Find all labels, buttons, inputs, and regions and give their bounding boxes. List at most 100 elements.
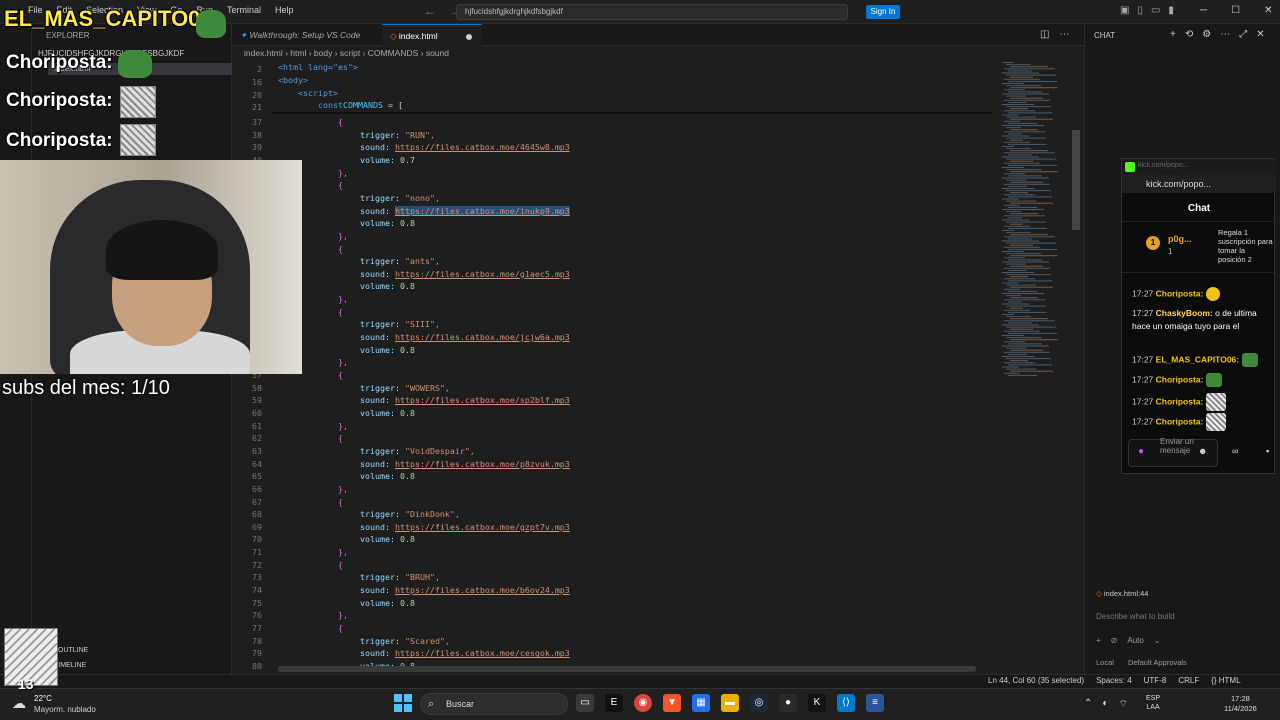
code-line[interactable]: trigger: "RUN", xyxy=(360,130,435,140)
code-line[interactable]: trigger: "Scared", xyxy=(360,636,450,646)
message-user[interactable]: EL_MAS_CAPITO06: xyxy=(1156,354,1239,364)
wifi-icon[interactable]: ⌔ xyxy=(1118,698,1127,711)
code-line[interactable]: trigger: "VoidDespair", xyxy=(360,446,475,456)
secondary-sidebar-icon[interactable]: ▮ xyxy=(1168,5,1174,16)
code-line[interactable]: sound: https://files.catbox.moe/inukp9.m… xyxy=(360,205,570,216)
steam-icon[interactable]: ◎ xyxy=(750,694,768,712)
scrollbar-thumb[interactable] xyxy=(1072,130,1080,230)
encoding[interactable]: UTF-8 xyxy=(1144,676,1167,685)
message-user[interactable]: Choriposta: xyxy=(1156,374,1204,384)
kick-app-icon[interactable]: K xyxy=(808,694,826,712)
message-user[interactable]: Choriposta: xyxy=(1156,288,1204,298)
chevron-down-icon[interactable]: ⌄ xyxy=(1154,636,1161,645)
timeline-section[interactable]: TIMELINE xyxy=(54,662,86,669)
notepad-icon[interactable]: ≡ xyxy=(866,694,884,712)
minimap[interactable] xyxy=(996,60,1072,390)
code-line[interactable]: }, xyxy=(338,547,348,557)
code-line[interactable]: { xyxy=(338,117,343,127)
sign-in-button[interactable]: Sign In xyxy=(866,5,900,19)
code-line[interactable]: volume: 0.8 xyxy=(360,281,415,291)
line-ending[interactable]: CRLF xyxy=(1178,676,1199,685)
code-line[interactable]: sound: https://files.catbox.moe/g1aec5.m… xyxy=(360,269,570,279)
code-line[interactable]: }, xyxy=(338,294,348,304)
new-chat-icon[interactable]: + xyxy=(1170,29,1176,40)
cloud-icon[interactable]: ☁ xyxy=(12,695,26,712)
tab-walkthrough[interactable]: ✦ Walkthrough: Setup VS Code xyxy=(232,24,380,46)
code-line[interactable]: }, xyxy=(338,421,348,431)
panel-toggle-icon[interactable]: ▭ xyxy=(1151,5,1160,16)
history-icon[interactable]: ⟲ xyxy=(1185,29,1193,40)
kick-titlebar[interactable]: kick.com/popo... xyxy=(1122,159,1276,175)
code-line[interactable]: { xyxy=(338,497,343,507)
chat-input[interactable]: Describe what to build xyxy=(1096,612,1175,621)
taskbar-search[interactable] xyxy=(420,693,568,715)
code-line[interactable]: { xyxy=(338,623,343,633)
code-line[interactable]: trigger: "nono", xyxy=(360,193,440,203)
code-line[interactable]: sound: https://files.catbox.moe/4645w8.m… xyxy=(360,142,570,152)
indentation[interactable]: Spaces: 4 xyxy=(1096,676,1132,685)
code-line[interactable]: trigger: "ants", xyxy=(360,256,440,266)
language-mode[interactable]: {} HTML xyxy=(1211,676,1240,685)
task-view-icon[interactable]: ▭ xyxy=(576,694,594,712)
code-line[interactable]: { xyxy=(338,180,343,190)
discord-icon[interactable]: ◐ xyxy=(1102,698,1108,711)
code-line[interactable]: }, xyxy=(338,357,348,367)
code-line[interactable]: constCOMMANDS = [ xyxy=(318,100,403,110)
code-line[interactable]: { xyxy=(338,433,343,443)
code-line[interactable]: volume: 0.8 xyxy=(360,218,415,228)
minimize-icon[interactable]: ─ xyxy=(1200,5,1207,16)
windows-start-icon[interactable] xyxy=(394,694,412,712)
brave-icon[interactable]: ▼ xyxy=(663,694,681,712)
code-editor[interactable]: <html lang="es"> <body> <script> constCOMMA… xyxy=(232,60,1002,672)
code-line[interactable]: volume: 0.8 xyxy=(360,598,415,608)
store-icon[interactable]: ▦ xyxy=(692,694,710,712)
code-line[interactable]: volume: 0.8 xyxy=(360,471,415,481)
cursor-position[interactable]: Ln 44, Col 60 (35 selected) xyxy=(988,676,1084,685)
trash-icon[interactable]: ▪ xyxy=(1266,446,1269,456)
clock[interactable]: 17:28 11/4/2026 xyxy=(1224,694,1257,714)
mic-icon[interactable]: ● xyxy=(1138,446,1144,457)
close-panel-icon[interactable]: ✕ xyxy=(1256,29,1264,40)
code-line[interactable]: }, xyxy=(338,610,348,620)
code-line[interactable]: trigger: "DinkDonk", xyxy=(360,509,460,519)
code-line[interactable]: { xyxy=(338,370,343,380)
more-actions-icon[interactable]: ⋯ xyxy=(1059,29,1069,40)
split-editor-icon[interactable]: ◫ xyxy=(1040,29,1049,40)
menu-terminal[interactable]: Terminal xyxy=(227,5,261,15)
code-line[interactable]: sound: https://files.catbox.moe/cesgok.m… xyxy=(360,648,570,658)
local-picker[interactable]: Local xyxy=(1096,658,1114,667)
breadcrumb[interactable]: index.html › html › body › script › COMM… xyxy=(244,48,449,58)
sidebar-toggle-icon[interactable]: ▯ xyxy=(1137,5,1143,16)
menu-help[interactable]: Help xyxy=(275,5,294,15)
code-line[interactable]: { xyxy=(338,244,343,254)
code-line[interactable]: <html lang="es"> xyxy=(278,62,358,72)
code-line[interactable]: volume: 0.7 xyxy=(360,155,415,165)
weather-desc[interactable]: Mayorm. nublado xyxy=(34,705,96,714)
close-icon[interactable]: ✕ xyxy=(1264,5,1272,16)
layout-icon[interactable]: ▣ xyxy=(1120,5,1129,16)
message-user[interactable]: Choriposta: xyxy=(1156,416,1204,426)
message-user[interactable]: ChaskyBoom: xyxy=(1156,308,1213,318)
code-line[interactable]: trigger: "WOWERS", xyxy=(360,383,450,393)
tab-index-html[interactable]: ◇ index.html xyxy=(382,24,482,46)
add-context-icon[interactable]: + xyxy=(1096,636,1101,645)
code-line[interactable]: }, xyxy=(338,231,348,241)
chevron-up-icon[interactable]: ⌃ xyxy=(1084,698,1092,711)
code-line[interactable]: trigger: "BRUH", xyxy=(360,572,440,582)
message-user[interactable]: Choriposta: xyxy=(1156,396,1204,406)
code-line[interactable]: }, xyxy=(338,484,348,494)
epic-games-icon[interactable]: E xyxy=(605,694,623,712)
command-center[interactable]: hjfucidshfgjkdrghjkdfsbgjkdf xyxy=(456,4,848,20)
input-language[interactable]: ESP LAA xyxy=(1146,694,1160,712)
maximize-icon[interactable]: ☐ xyxy=(1231,5,1240,16)
code-line[interactable]: <body> xyxy=(278,75,308,85)
horizontal-scrollbar[interactable] xyxy=(278,666,976,672)
code-line[interactable]: volume: 0.8 xyxy=(360,408,415,418)
emoji-icon[interactable]: ☻ xyxy=(1198,446,1207,456)
gift-promo[interactable]: Regala 1 suscripción para tomar la posic… xyxy=(1218,228,1274,264)
approvals-picker[interactable]: Default Approvals xyxy=(1128,658,1187,667)
chrome-icon[interactable]: ◉ xyxy=(634,694,652,712)
app-icon[interactable]: ● xyxy=(779,694,797,712)
code-line[interactable]: sound: https://files.catbox.moe/gzpt7v.m… xyxy=(360,522,570,532)
more-icon[interactable]: ⋯ xyxy=(1220,29,1230,40)
